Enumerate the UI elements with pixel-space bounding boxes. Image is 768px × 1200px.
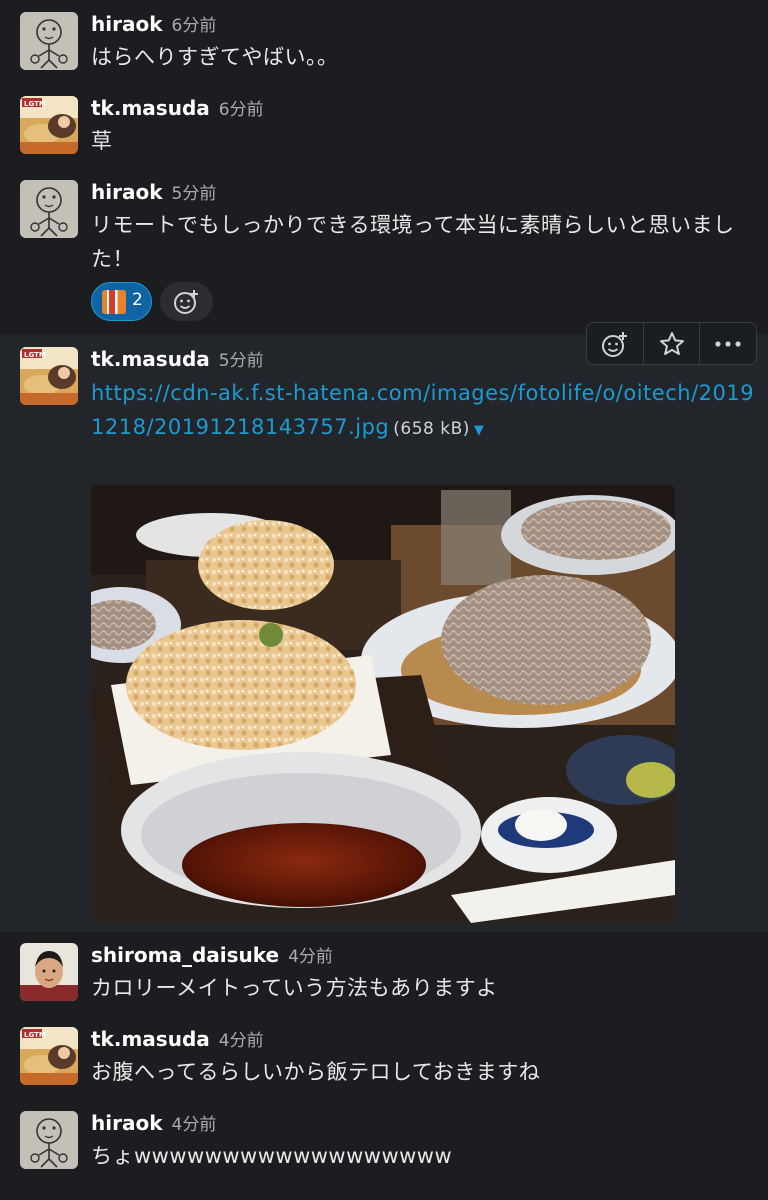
- message-item: shiroma_daisuke 4分前 カロリーメイトっていう方法もありますよ: [0, 932, 768, 1016]
- avatar-tk-masuda[interactable]: [20, 96, 78, 154]
- avatar-tk-masuda[interactable]: [20, 1027, 78, 1085]
- message-author[interactable]: tk.masuda 4分前: [91, 1026, 264, 1054]
- message-author[interactable]: hiraok 5分前: [91, 179, 216, 207]
- message-timestamp[interactable]: 4分前: [219, 1031, 264, 1051]
- reaction-pill[interactable]: 2: [91, 282, 152, 321]
- message-item: tk.masuda 4分前 お腹へってるらしいから飯テロしておきますね: [0, 1016, 768, 1100]
- file-size: (658 kB): [393, 419, 470, 439]
- message-link-block: https://cdn-ak.f.st-hatena.com/images/fo…: [91, 376, 756, 448]
- add-reaction-button[interactable]: [160, 282, 213, 321]
- message-author[interactable]: tk.masuda 5分前: [91, 346, 264, 374]
- avatar-hiraok[interactable]: [20, 12, 78, 70]
- message-timestamp[interactable]: 6分前: [219, 100, 264, 120]
- message-item: hiraok 6分前 はらへりすぎてやばい。。: [0, 0, 768, 86]
- message-timestamp[interactable]: 4分前: [172, 1115, 217, 1135]
- add-reaction-icon: [601, 331, 627, 357]
- message-text: リモートでもしっかりできる環境って本当に素晴らしいと思いました！: [91, 213, 735, 271]
- message-text: はらへりすぎてやばい。。: [91, 45, 339, 69]
- avatar-hiraok[interactable]: [20, 180, 78, 238]
- message-timestamp[interactable]: 5分前: [172, 184, 217, 204]
- message-text: 草: [91, 129, 113, 153]
- star-icon: [659, 331, 684, 355]
- message-author[interactable]: hiraok 4分前: [91, 1110, 216, 1138]
- add-reaction-button[interactable]: [587, 323, 644, 364]
- message-item: tk.masuda 6分前 草: [0, 86, 768, 170]
- message-text: ちょwwwwwwwwwwwwwwwwww: [91, 1144, 453, 1168]
- message-text: お腹へってるらしいから飯テロしておきますね: [91, 1060, 541, 1084]
- emoji-reaction-icon: [102, 290, 126, 314]
- soba-tempura-photo: [91, 485, 675, 923]
- message-timestamp[interactable]: 6分前: [172, 16, 217, 36]
- more-actions-icon: [715, 340, 741, 347]
- message-timestamp[interactable]: 5分前: [219, 351, 264, 371]
- message-author[interactable]: tk.masuda 6分前: [91, 95, 264, 123]
- reaction-count: 2: [132, 290, 143, 310]
- image-preview[interactable]: [91, 485, 675, 923]
- chevron-down-icon[interactable]: ▼: [474, 423, 485, 438]
- message-item: hiraok 4分前 ちょwwwwwwwwwwwwwwwwww: [0, 1100, 768, 1200]
- message-timestamp[interactable]: 4分前: [288, 947, 333, 967]
- message-actions-toolbar: [586, 322, 757, 365]
- message-author[interactable]: shiroma_daisuke 4分前: [91, 942, 333, 970]
- avatar-hiraok[interactable]: [20, 1111, 78, 1169]
- avatar-tk-masuda[interactable]: [20, 347, 78, 405]
- message-text: カロリーメイトっていう方法もありますよ: [91, 976, 498, 1000]
- message-author[interactable]: hiraok 6分前: [91, 11, 216, 39]
- more-actions-button[interactable]: [700, 323, 756, 364]
- avatar-shiroma-daisuke[interactable]: [20, 943, 78, 1001]
- add-reaction-icon: [174, 290, 198, 314]
- star-button[interactable]: [644, 323, 701, 364]
